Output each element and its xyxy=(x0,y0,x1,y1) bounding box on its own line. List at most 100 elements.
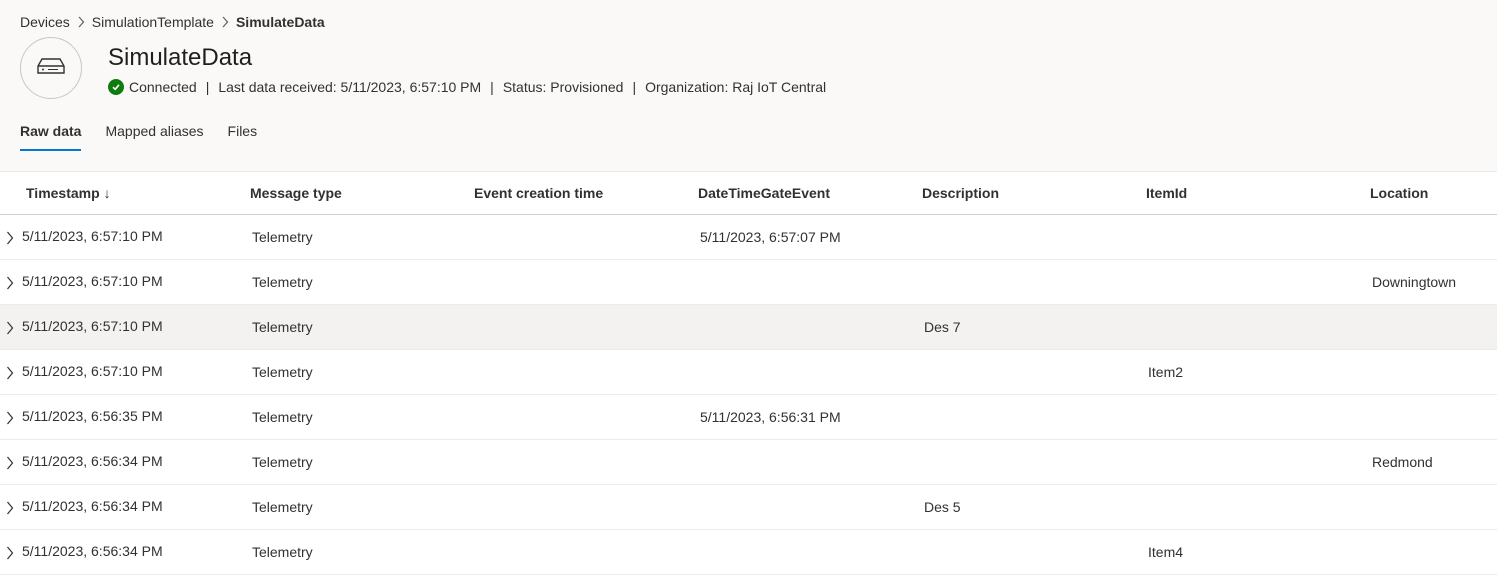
column-header-datetimegateevent[interactable]: DateTimeGateEvent xyxy=(672,172,896,215)
cell-datetimegateevent: 5/11/2023, 6:56:31 PM xyxy=(672,394,896,440)
cell-event-creation-time xyxy=(448,259,672,305)
cell-location xyxy=(1344,529,1497,575)
cell-location xyxy=(1344,484,1497,530)
cell-timestamp: 5/11/2023, 6:57:10 PM xyxy=(0,349,224,395)
cell-message-type: Telemetry xyxy=(224,439,448,485)
tab-mapped-aliases[interactable]: Mapped aliases xyxy=(105,123,203,151)
chevron-right-icon xyxy=(77,16,85,28)
timestamp-value: 5/11/2023, 6:57:10 PM xyxy=(22,228,163,245)
separator: | xyxy=(205,79,210,95)
table-row[interactable]: 5/11/2023, 6:57:10 PM Telemetry Downingtow… xyxy=(0,259,1497,305)
cell-description xyxy=(896,529,1120,575)
cell-location xyxy=(1344,394,1497,440)
device-status-line: Connected | Last data received: 5/11/202… xyxy=(108,79,826,95)
cell-datetimegateevent xyxy=(672,529,896,575)
cell-event-creation-time xyxy=(448,529,672,575)
table-header-row: Timestamp ↓ Message type Event creation t… xyxy=(0,172,1497,215)
cell-description xyxy=(896,439,1120,485)
chevron-right-icon[interactable] xyxy=(6,411,14,425)
column-header-itemid[interactable]: ItemId xyxy=(1120,172,1344,215)
cell-event-creation-time xyxy=(448,214,672,260)
cell-message-type: Telemetry xyxy=(224,484,448,530)
table-row[interactable]: 5/11/2023, 6:57:10 PM Telemetry Des 7 xyxy=(0,304,1497,350)
table-row[interactable]: 5/11/2023, 6:56:35 PM Telemetry 5/11/2023,… xyxy=(0,394,1497,440)
tab-raw-data[interactable]: Raw data xyxy=(20,123,82,151)
cell-description xyxy=(896,259,1120,305)
organization: Organization: Raj IoT Central xyxy=(645,79,827,95)
cell-message-type: Telemetry xyxy=(224,214,448,260)
separator: | xyxy=(490,79,494,95)
table-row[interactable]: 5/11/2023, 6:57:10 PM Telemetry 5/11/2023,… xyxy=(0,214,1497,260)
cell-timestamp: 5/11/2023, 6:56:34 PM xyxy=(0,439,224,485)
cell-location xyxy=(1344,304,1497,350)
cell-itemid xyxy=(1120,394,1344,440)
cell-datetimegateevent: 5/11/2023, 6:57:07 PM xyxy=(672,214,896,260)
cell-message-type: Telemetry xyxy=(224,394,448,440)
table-row[interactable]: 5/11/2023, 6:56:34 PM Telemetry Item4 xyxy=(0,529,1497,575)
column-header-timestamp[interactable]: Timestamp ↓ xyxy=(0,172,224,215)
cell-message-type: Telemetry xyxy=(224,529,448,575)
cell-datetimegateevent xyxy=(672,304,896,350)
provision-status: Status: Provisioned xyxy=(502,79,624,95)
column-header-location[interactable]: Location xyxy=(1344,172,1497,215)
tab-files[interactable]: Files xyxy=(228,123,258,151)
table-row[interactable]: 5/11/2023, 6:57:10 PM Telemetry Item2 xyxy=(0,349,1497,395)
cell-datetimegateevent xyxy=(672,484,896,530)
table-row[interactable]: 5/11/2023, 6:56:34 PM Telemetry Des 5 xyxy=(0,484,1497,530)
separator: | xyxy=(632,79,637,95)
cell-itemid xyxy=(1120,214,1344,260)
cell-itemid xyxy=(1120,259,1344,305)
sort-down-icon: ↓ xyxy=(103,184,111,201)
cell-datetimegateevent xyxy=(672,259,896,305)
cell-message-type: Telemetry xyxy=(224,259,448,305)
connection-status: Connected xyxy=(129,79,197,95)
check-circle-icon xyxy=(108,79,124,95)
last-data-received: Last data received: 5/11/2023, 6:57:10 P… xyxy=(218,79,482,95)
cell-itemid: Item4 xyxy=(1120,529,1344,575)
chevron-right-icon[interactable] xyxy=(6,546,14,560)
breadcrumb: Devices SimulationTemplate SimulateData xyxy=(20,14,325,30)
cell-timestamp: 5/11/2023, 6:56:34 PM xyxy=(0,529,224,575)
cell-location xyxy=(1344,349,1497,395)
column-header-event-creation-time[interactable]: Event creation time xyxy=(448,172,672,215)
device-header: Devices SimulationTemplate SimulateData … xyxy=(0,0,1497,172)
breadcrumb-devices[interactable]: Devices xyxy=(20,14,70,30)
table-body: 5/11/2023, 6:57:10 PM Telemetry 5/11/2023,… xyxy=(0,214,1497,575)
chevron-right-icon[interactable] xyxy=(6,321,14,335)
cell-itemid: Item2 xyxy=(1120,349,1344,395)
chevron-right-icon[interactable] xyxy=(6,276,14,290)
cell-event-creation-time xyxy=(448,304,672,350)
chevron-right-icon[interactable] xyxy=(6,366,14,380)
cell-location xyxy=(1344,214,1497,260)
cell-itemid xyxy=(1120,484,1344,530)
chevron-right-icon[interactable] xyxy=(6,456,14,470)
cell-message-type: Telemetry xyxy=(224,304,448,350)
timestamp-value: 5/11/2023, 6:56:34 PM xyxy=(22,498,163,515)
breadcrumb-simulation-template[interactable]: SimulationTemplate xyxy=(92,14,214,30)
timestamp-value: 5/11/2023, 6:57:10 PM xyxy=(22,318,163,335)
cell-description xyxy=(896,394,1120,440)
cell-message-type: Telemetry xyxy=(224,349,448,395)
timestamp-value: 5/11/2023, 6:56:34 PM xyxy=(22,453,163,470)
chevron-right-icon[interactable] xyxy=(6,501,14,515)
cell-event-creation-time xyxy=(448,439,672,485)
tab-list: Raw data Mapped aliases Files xyxy=(20,123,281,151)
cell-description: Des 7 xyxy=(896,304,1120,350)
cell-event-creation-time xyxy=(448,484,672,530)
timestamp-value: 5/11/2023, 6:57:10 PM xyxy=(22,273,163,290)
cell-event-creation-time xyxy=(448,394,672,440)
cell-datetimegateevent xyxy=(672,349,896,395)
breadcrumb-current: SimulateData xyxy=(235,14,325,30)
column-header-message-type[interactable]: Message type xyxy=(224,172,448,215)
cell-event-creation-time xyxy=(448,349,672,395)
cell-timestamp: 5/11/2023, 6:57:10 PM xyxy=(0,259,224,305)
chevron-right-icon[interactable] xyxy=(6,231,14,245)
timestamp-value: 5/11/2023, 6:56:35 PM xyxy=(22,408,163,425)
cell-location: Downingtown xyxy=(1344,259,1497,305)
table-row[interactable]: 5/11/2023, 6:56:34 PM Telemetry Redmond xyxy=(0,439,1497,485)
column-header-description[interactable]: Description xyxy=(896,172,1120,215)
cell-description: Des 5 xyxy=(896,484,1120,530)
cell-description xyxy=(896,349,1120,395)
cell-location: Redmond xyxy=(1344,439,1497,485)
cell-itemid xyxy=(1120,439,1344,485)
